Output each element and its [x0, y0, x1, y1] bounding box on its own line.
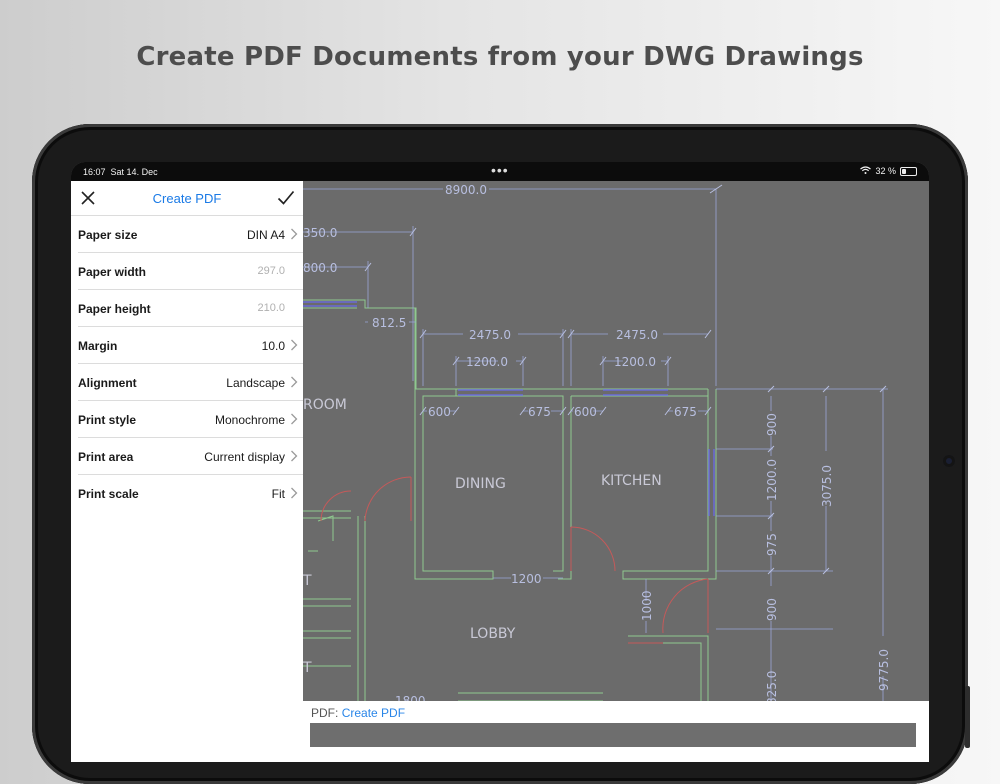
battery-percent: 32 % — [875, 166, 896, 176]
dim-825: 825.0 — [765, 671, 779, 701]
pdf-prefix: PDF: — [311, 706, 339, 720]
status-date: Sat 14. Dec — [110, 167, 158, 177]
row-margin[interactable]: Margin 10.0 — [78, 327, 303, 364]
dim-3075: 3075.0 — [820, 465, 834, 507]
chevron-right-icon — [291, 487, 298, 499]
panel-header: Create PDF — [71, 181, 303, 216]
pdf-status-bar: PDF: Create PDF — [303, 701, 929, 762]
dim-2475-a: 2475.0 — [469, 328, 511, 342]
cad-drawing-canvas[interactable]: DINING KITCHEN LOBBY ROOM T T 8900.0 350… — [303, 181, 929, 701]
dim-900-a: 900 — [765, 413, 779, 436]
chevron-right-icon — [291, 228, 298, 240]
dim-675-a: 675 — [528, 405, 551, 419]
dim-1000: 1000 — [640, 590, 654, 621]
dim-1200-b: 1200.0 — [614, 355, 656, 369]
room-label-kitchen: KITCHEN — [601, 473, 662, 489]
alignment-value: Landscape — [226, 376, 285, 390]
dimension-lines — [303, 188, 888, 701]
multitasking-dots-icon[interactable]: ••• — [491, 162, 509, 178]
room-label-t1: T — [303, 573, 312, 589]
dim-9775: 9775.0 — [877, 649, 891, 691]
row-print-area[interactable]: Print area Current display — [78, 438, 303, 475]
dim-675-b: 675 — [674, 405, 697, 419]
headline: Create PDF Documents from your DWG Drawi… — [136, 42, 864, 72]
row-print-scale[interactable]: Print scale Fit — [78, 475, 303, 511]
print-style-value: Monochrome — [214, 413, 285, 427]
dim-1200-c: 1200 — [511, 572, 542, 586]
wifi-icon — [860, 166, 872, 176]
dim-975: 975 — [765, 533, 779, 556]
camera — [943, 455, 955, 467]
create-pdf-panel: Create PDF Paper size DIN A4 Paper width… — [71, 181, 303, 762]
tablet-screen: 16:07 Sat 14. Dec ••• 32 % Create PDF Pa… — [71, 162, 929, 762]
paper-height-value: 210.0 — [257, 302, 285, 314]
row-paper-height: Paper height 210.0 — [78, 290, 303, 327]
panel-title: Create PDF — [152, 191, 222, 206]
create-pdf-link[interactable]: Create PDF — [342, 706, 405, 720]
paper-size-value: DIN A4 — [246, 228, 285, 242]
print-area-value: Current display — [204, 450, 285, 464]
room-label-dining: DINING — [455, 476, 506, 492]
battery-icon — [900, 166, 917, 176]
chevron-right-icon — [291, 450, 298, 462]
row-paper-size[interactable]: Paper size DIN A4 — [78, 216, 303, 253]
dim-1800: 1800 — [395, 694, 426, 701]
chevron-right-icon — [291, 339, 298, 351]
dim-800: 800.0 — [303, 261, 337, 275]
chevron-right-icon — [291, 376, 298, 388]
row-print-style[interactable]: Print style Monochrome — [78, 401, 303, 438]
pdf-progress-bar — [310, 723, 916, 747]
dim-2475-b: 2475.0 — [616, 328, 658, 342]
dim-350: 350.0 — [303, 226, 337, 240]
status-bar: 16:07 Sat 14. Dec ••• 32 % — [71, 162, 929, 181]
chevron-right-icon — [291, 413, 298, 425]
margin-value: 10.0 — [261, 339, 285, 353]
room-label-room: ROOM — [303, 397, 347, 413]
dim-8900: 8900.0 — [445, 183, 487, 197]
dim-600-b: 600 — [574, 405, 597, 419]
room-label-lobby: LOBBY — [470, 626, 516, 642]
dim-600-a: 600 — [428, 405, 451, 419]
dim-812-5: 812.5 — [372, 316, 406, 330]
paper-width-value: 297.0 — [257, 265, 285, 277]
side-button — [965, 686, 970, 748]
dim-900-b: 900 — [765, 598, 779, 621]
row-alignment[interactable]: Alignment Landscape — [78, 364, 303, 401]
dim-1200-a: 1200.0 — [466, 355, 508, 369]
dimension-ticks — [364, 184, 887, 575]
status-time: 16:07 — [83, 167, 106, 177]
print-scale-value: Fit — [271, 487, 285, 501]
room-label-t2: T — [303, 660, 312, 676]
confirm-check-icon[interactable] — [277, 190, 295, 206]
row-paper-width: Paper width 297.0 — [78, 253, 303, 290]
dim-1200-v: 1200.0 — [765, 459, 779, 501]
